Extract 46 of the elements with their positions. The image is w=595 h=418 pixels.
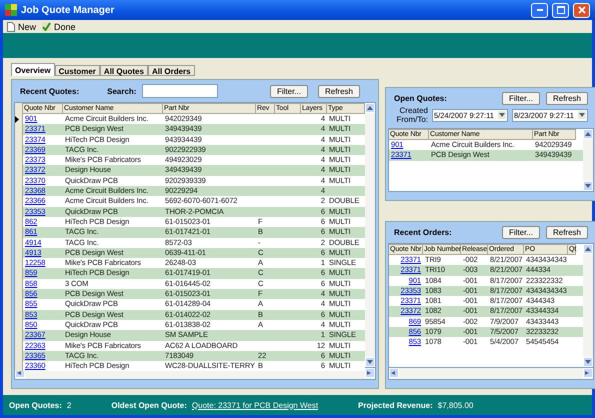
status-value: $7,805.00 xyxy=(438,400,474,410)
window-title: Job Quote Manager xyxy=(21,4,116,16)
check-icon xyxy=(42,22,52,31)
scroll-right-icon[interactable] xyxy=(585,371,591,375)
row-pointer-icon xyxy=(15,116,19,123)
close-button[interactable] xyxy=(573,2,590,18)
dropdown-icon[interactable] xyxy=(579,113,585,117)
toolbar-button[interactable]: New xyxy=(7,22,36,32)
scroll-up-icon[interactable] xyxy=(585,247,591,251)
tab[interactable]: All Orders xyxy=(148,65,195,76)
status-label: Oldest Open Quote: xyxy=(111,400,187,410)
tab[interactable]: Customer xyxy=(54,65,100,76)
minimize-button[interactable] xyxy=(531,2,548,18)
tab[interactable]: Overview xyxy=(11,63,55,76)
filter-button[interactable]: Filter... xyxy=(270,84,308,98)
status-label: Open Quotes: xyxy=(9,400,62,410)
maximize-icon xyxy=(556,6,564,14)
toolbar-button[interactable]: Done xyxy=(42,22,76,32)
filter-button[interactable]: Filter... xyxy=(502,92,540,105)
scroll-up-icon[interactable] xyxy=(367,106,373,110)
close-icon xyxy=(578,6,586,14)
scroll-up-icon[interactable] xyxy=(585,132,591,136)
filter-button[interactable]: Filter... xyxy=(502,226,540,239)
app-icon xyxy=(5,4,17,16)
refresh-button[interactable]: Refresh xyxy=(546,92,588,105)
panel-title: Open Quotes: xyxy=(394,94,447,103)
dropdown-icon[interactable] xyxy=(499,113,505,117)
status-value: 2 xyxy=(66,400,72,410)
panel-title: Recent Quotes: xyxy=(20,86,80,96)
status-label: Projected Revenue: xyxy=(358,400,433,410)
quote-link[interactable]: Quote: 23371 for PCB Design West xyxy=(192,400,318,410)
document-icon xyxy=(7,22,15,32)
refresh-button[interactable]: Refresh xyxy=(546,226,588,239)
maximize-button[interactable] xyxy=(552,2,569,18)
tab[interactable]: All Quotes xyxy=(100,65,148,76)
minimize-icon xyxy=(536,9,542,11)
panel-title: Recent Orders: xyxy=(394,228,452,237)
scroll-down-icon[interactable] xyxy=(585,360,591,364)
scroll-down-icon[interactable] xyxy=(367,360,373,364)
scroll-left-icon[interactable] xyxy=(391,371,397,375)
search-label: Search: xyxy=(107,86,136,96)
refresh-button[interactable]: Refresh xyxy=(318,84,360,98)
search-field[interactable] xyxy=(142,84,218,98)
scroll-down-icon[interactable] xyxy=(585,184,591,188)
scroll-right-icon[interactable] xyxy=(367,371,373,375)
created-label: Created From/To: xyxy=(395,106,428,124)
